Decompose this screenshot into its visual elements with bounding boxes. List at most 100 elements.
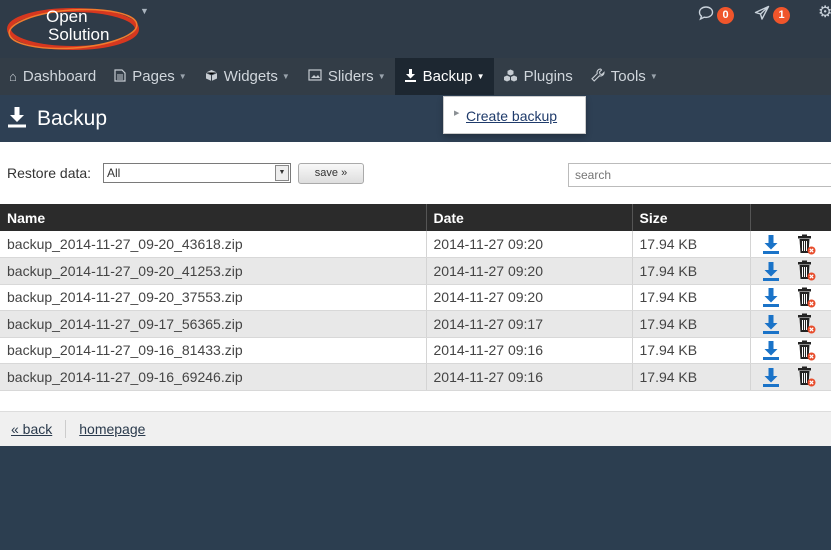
homepage-link[interactable]: homepage: [79, 421, 145, 437]
trash-icon[interactable]: [796, 234, 816, 255]
main-content: Restore data: All ▼ save » Name Date Siz…: [0, 142, 831, 411]
nav-item-dashboard[interactable]: ⌂ Dashboard: [0, 58, 105, 95]
actions-cell: [750, 363, 831, 391]
column-header-size[interactable]: Size: [632, 204, 751, 231]
table-row: backup_2014-11-27_09-20_43618.zip 2014-11…: [0, 231, 831, 258]
divider: [65, 420, 67, 438]
trash-icon[interactable]: [796, 313, 816, 334]
download-icon: [404, 68, 417, 85]
backup-dropdown-menu: ▶ Create backup: [443, 96, 586, 134]
restore-data-value: All: [107, 166, 121, 180]
actions-cell: [750, 284, 831, 311]
column-header-date[interactable]: Date: [426, 204, 633, 231]
nav-item-widgets[interactable]: Widgets ▼: [196, 58, 299, 95]
nav-label: Plugins: [523, 68, 573, 85]
nav-item-backup[interactable]: Backup ▼: [394, 58, 494, 95]
table-row: backup_2014-11-27_09-20_37553.zip 2014-11…: [0, 284, 831, 311]
column-header-name[interactable]: Name: [0, 204, 427, 231]
download-icon[interactable]: [762, 367, 780, 387]
file-name-cell: backup_2014-11-27_09-16_69246.zip: [0, 363, 427, 391]
notifications[interactable]: 1: [754, 5, 790, 25]
date-cell: 2014-11-27 09:16: [426, 337, 633, 364]
backup-table: Name Date Size backup_2014-11-27_09-20_4…: [0, 204, 831, 391]
size-cell: 17.94 KB: [632, 363, 751, 391]
chevron-down-icon: ▼: [178, 72, 187, 81]
file-icon: [114, 68, 126, 85]
image-icon: [308, 69, 322, 84]
table-row: backup_2014-11-27_09-17_56365.zip 2014-11…: [0, 310, 831, 338]
nav-item-pages[interactable]: Pages ▼: [105, 58, 195, 95]
actions-cell: [750, 337, 831, 364]
date-cell: 2014-11-27 09:20: [426, 284, 633, 311]
trash-icon[interactable]: [796, 260, 816, 281]
restore-data-select[interactable]: All ▼: [103, 163, 291, 183]
nav-item-tools[interactable]: Tools ▼: [582, 58, 667, 95]
comments-badge: 0: [717, 6, 734, 24]
size-cell: 17.94 KB: [632, 337, 751, 364]
trash-icon[interactable]: [796, 366, 816, 387]
chevron-down-icon: ▼: [281, 72, 290, 81]
gear-icon[interactable]: ⚙: [818, 2, 831, 22]
table-row: backup_2014-11-27_09-20_41253.zip 2014-11…: [0, 257, 831, 285]
size-cell: 17.94 KB: [632, 231, 751, 258]
nav-label: Sliders: [327, 68, 374, 85]
trash-icon[interactable]: [796, 340, 816, 361]
date-cell: 2014-11-27 09:17: [426, 310, 633, 338]
download-icon[interactable]: [762, 287, 780, 308]
nav-label: Widgets: [223, 68, 278, 85]
chevron-down-icon: ▼: [649, 72, 658, 81]
download-icon[interactable]: [762, 234, 780, 254]
size-cell: 17.94 KB: [632, 310, 751, 338]
page-header: Backup: [0, 95, 831, 142]
top-bar: Open Solution ▼ 0 1 ⚙: [0, 0, 831, 58]
save-button[interactable]: save »: [298, 163, 364, 184]
comments-notification[interactable]: 0: [698, 5, 734, 25]
table-row: backup_2014-11-27_09-16_69246.zip 2014-11…: [0, 363, 831, 391]
caret-right-icon: ▶: [454, 110, 460, 117]
nav-item-plugins[interactable]: Plugins: [494, 58, 582, 95]
file-name-cell: backup_2014-11-27_09-20_43618.zip: [0, 231, 427, 258]
file-name-cell: backup_2014-11-27_09-20_37553.zip: [0, 284, 427, 311]
footer: « back homepage: [0, 411, 831, 446]
open-solution-logo[interactable]: Open Solution: [6, 2, 141, 52]
table-row: backup_2014-11-27_09-16_81433.zip 2014-11…: [0, 337, 831, 364]
trash-icon[interactable]: [796, 287, 816, 308]
size-cell: 17.94 KB: [632, 284, 751, 311]
chevron-down-icon: ▼: [377, 72, 386, 81]
nav-item-sliders[interactable]: Sliders ▼: [299, 58, 395, 95]
back-link[interactable]: « back: [11, 421, 52, 437]
comment-icon: [698, 5, 714, 25]
home-icon: ⌂: [9, 69, 17, 84]
restore-data-label: Restore data:: [7, 165, 92, 181]
cube-icon: [205, 69, 218, 85]
download-icon[interactable]: [762, 340, 780, 361]
table-header-row: Name Date Size: [0, 204, 831, 231]
download-icon[interactable]: [762, 261, 780, 281]
date-cell: 2014-11-27 09:20: [426, 257, 633, 285]
download-icon[interactable]: [762, 314, 780, 334]
column-header-actions: [750, 204, 831, 231]
nav-label: Pages: [132, 68, 175, 85]
paper-plane-icon: [754, 5, 770, 25]
nav-label: Tools: [610, 68, 646, 85]
cubes-icon: [503, 69, 518, 85]
nav-label: Dashboard: [22, 68, 97, 85]
actions-cell: [750, 257, 831, 285]
date-cell: 2014-11-27 09:20: [426, 231, 633, 258]
logo-caret-icon[interactable]: ▼: [140, 6, 149, 16]
chevron-down-icon[interactable]: ▼: [275, 165, 289, 181]
nav-label: Backup: [422, 68, 473, 85]
search-input[interactable]: [568, 163, 831, 187]
main-nav: ⌂ Dashboard Pages ▼ Widgets ▼ Sliders ▼ …: [0, 58, 831, 95]
size-cell: 17.94 KB: [632, 257, 751, 285]
file-name-cell: backup_2014-11-27_09-20_41253.zip: [0, 257, 427, 285]
logo-line2: Solution: [48, 25, 109, 44]
create-backup-link[interactable]: Create backup: [466, 108, 557, 124]
page-title: Backup: [37, 106, 108, 130]
chevron-down-icon: ▼: [476, 72, 485, 81]
date-cell: 2014-11-27 09:16: [426, 363, 633, 391]
file-name-cell: backup_2014-11-27_09-17_56365.zip: [0, 310, 427, 338]
logo-line1: Open: [46, 7, 88, 26]
actions-cell: [750, 310, 831, 338]
actions-cell: [750, 231, 831, 258]
